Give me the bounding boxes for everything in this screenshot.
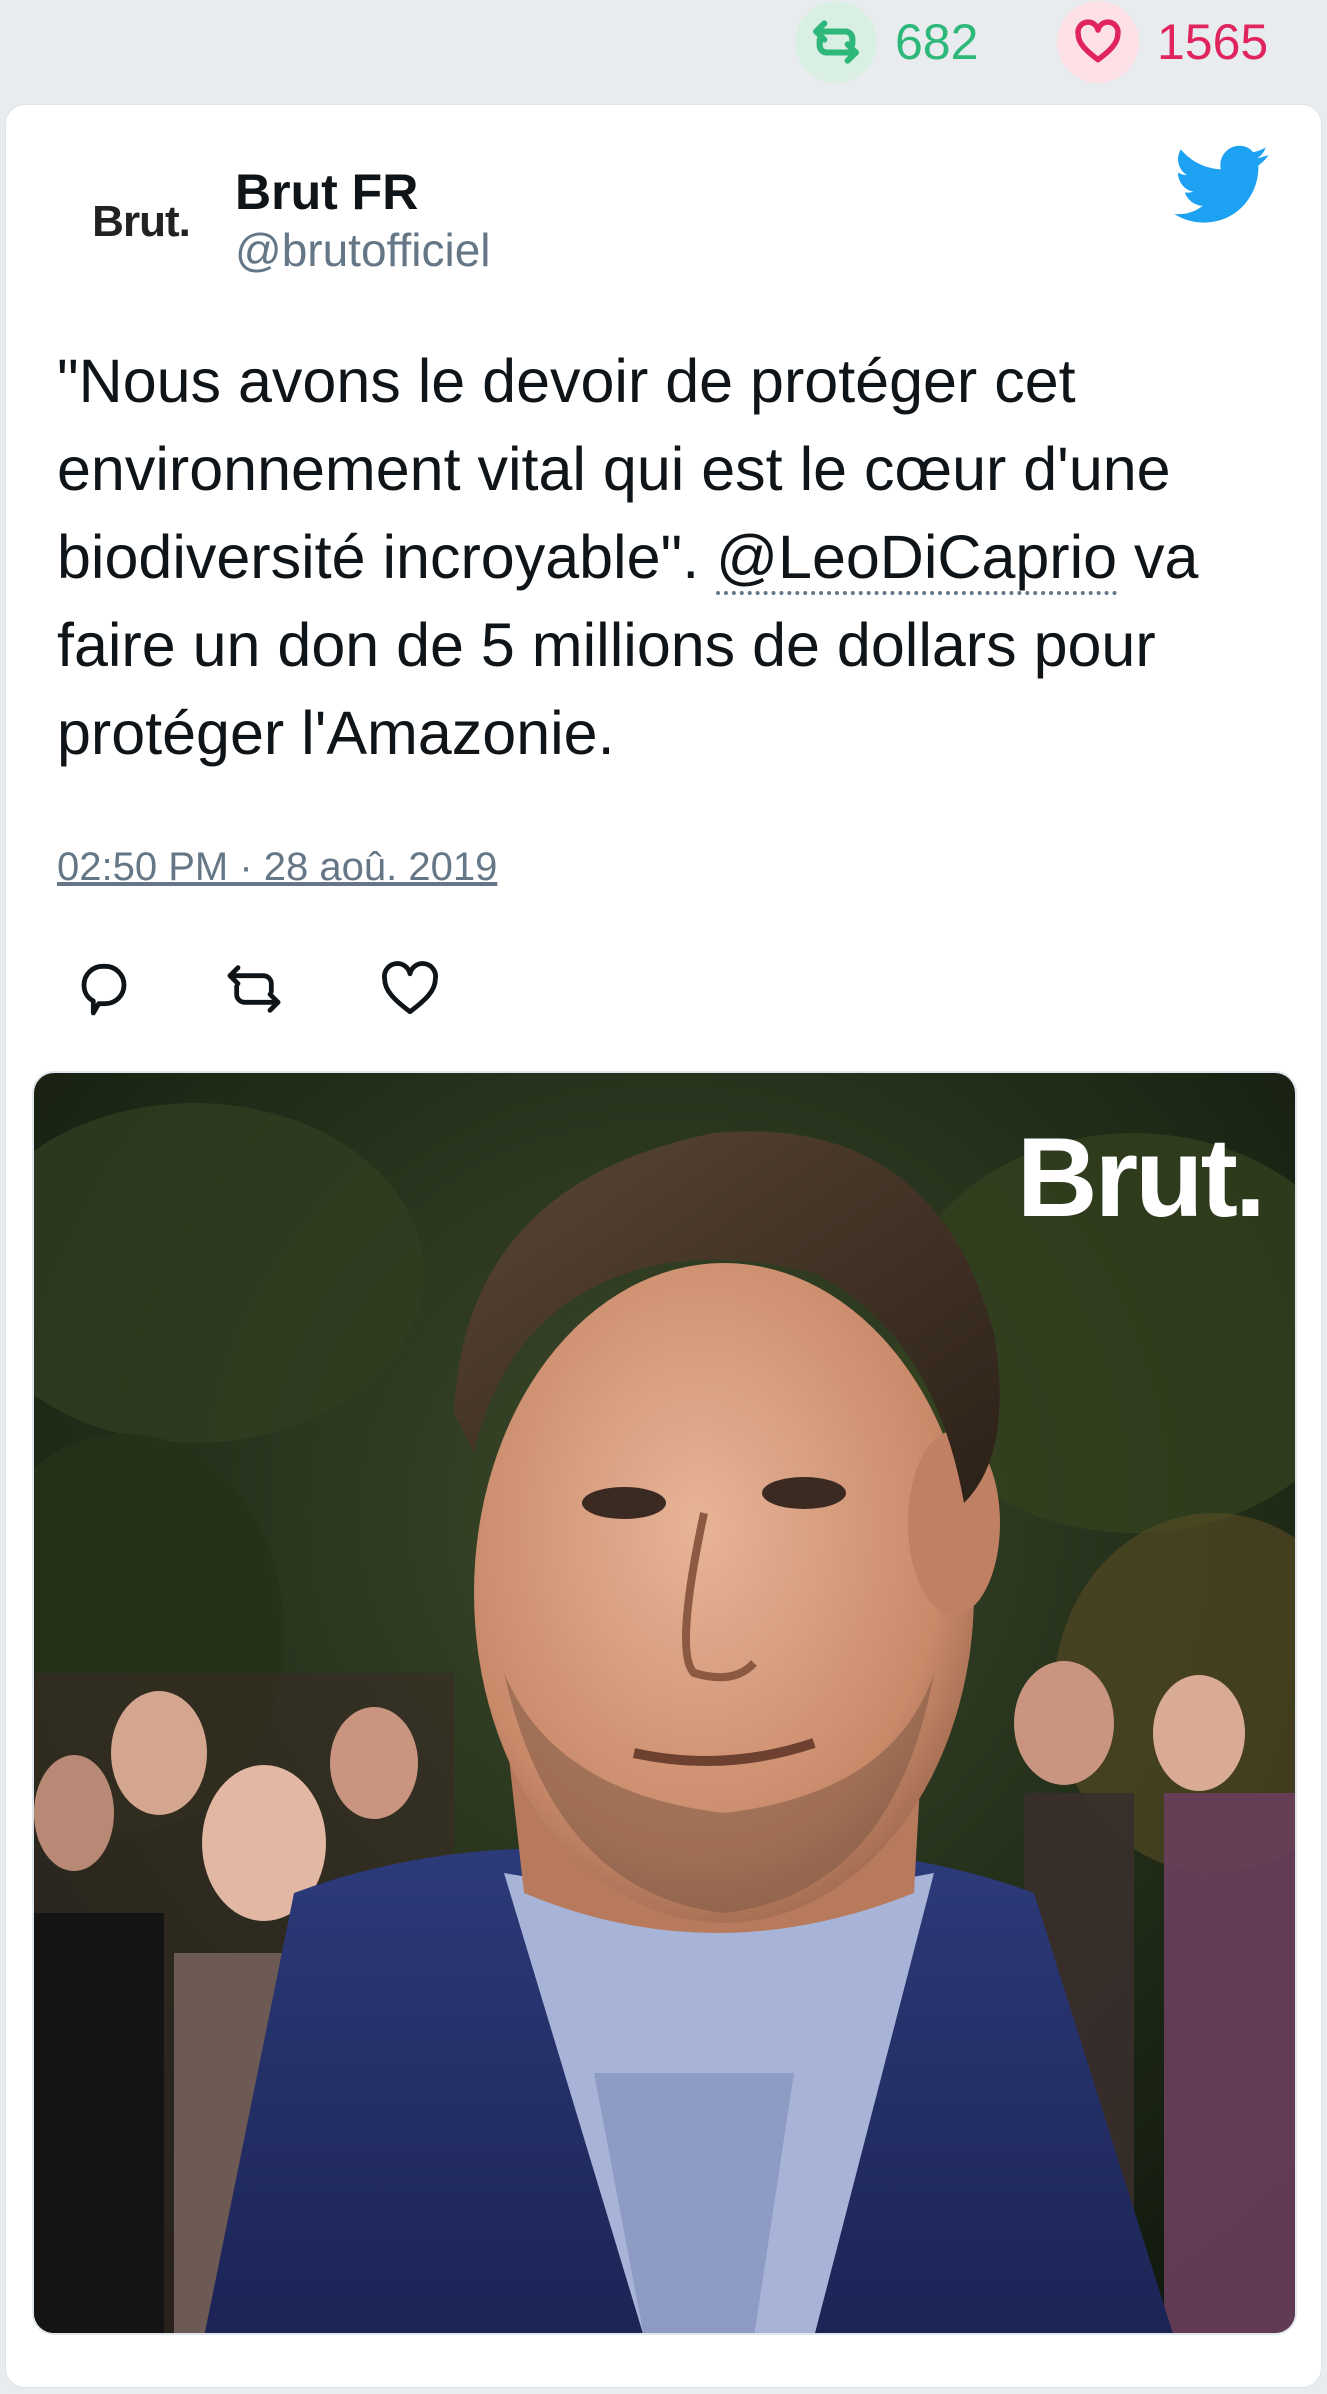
retweet-icon bbox=[795, 1, 877, 83]
user-name[interactable]: Brut FR bbox=[235, 163, 418, 221]
retweet-count-stat[interactable]: 682 bbox=[795, 0, 978, 84]
tweet-stats: 682 1565 bbox=[0, 0, 1327, 100]
like-count-stat[interactable]: 1565 bbox=[1057, 0, 1268, 84]
twitter-bird-icon[interactable] bbox=[1174, 145, 1270, 229]
tweet-media[interactable]: Brut. bbox=[32, 1071, 1297, 2335]
heart-icon[interactable] bbox=[378, 957, 442, 1021]
heart-icon bbox=[1057, 1, 1139, 83]
mention-link[interactable]: @LeoDiCaprio bbox=[716, 523, 1118, 595]
tweet-text: "Nous avons le devoir de protéger cet en… bbox=[57, 337, 1287, 777]
like-count: 1565 bbox=[1157, 14, 1269, 70]
retweet-count: 682 bbox=[895, 14, 979, 70]
reply-icon[interactable] bbox=[76, 957, 140, 1021]
avatar[interactable]: Brut. bbox=[56, 167, 226, 277]
tweet-card: Brut. Brut FR @brutofficiel "Nous avons … bbox=[5, 104, 1322, 2388]
media-photo bbox=[34, 1073, 1295, 2333]
media-watermark-logo: Brut. bbox=[1016, 1115, 1266, 1240]
retweet-icon[interactable] bbox=[222, 957, 286, 1021]
avatar-logo-text: Brut. bbox=[92, 197, 191, 246]
tweet-timestamp[interactable]: 02:50 PM · 28 aoû. 2019 bbox=[57, 845, 497, 890]
user-handle[interactable]: @brutofficiel bbox=[235, 223, 491, 277]
